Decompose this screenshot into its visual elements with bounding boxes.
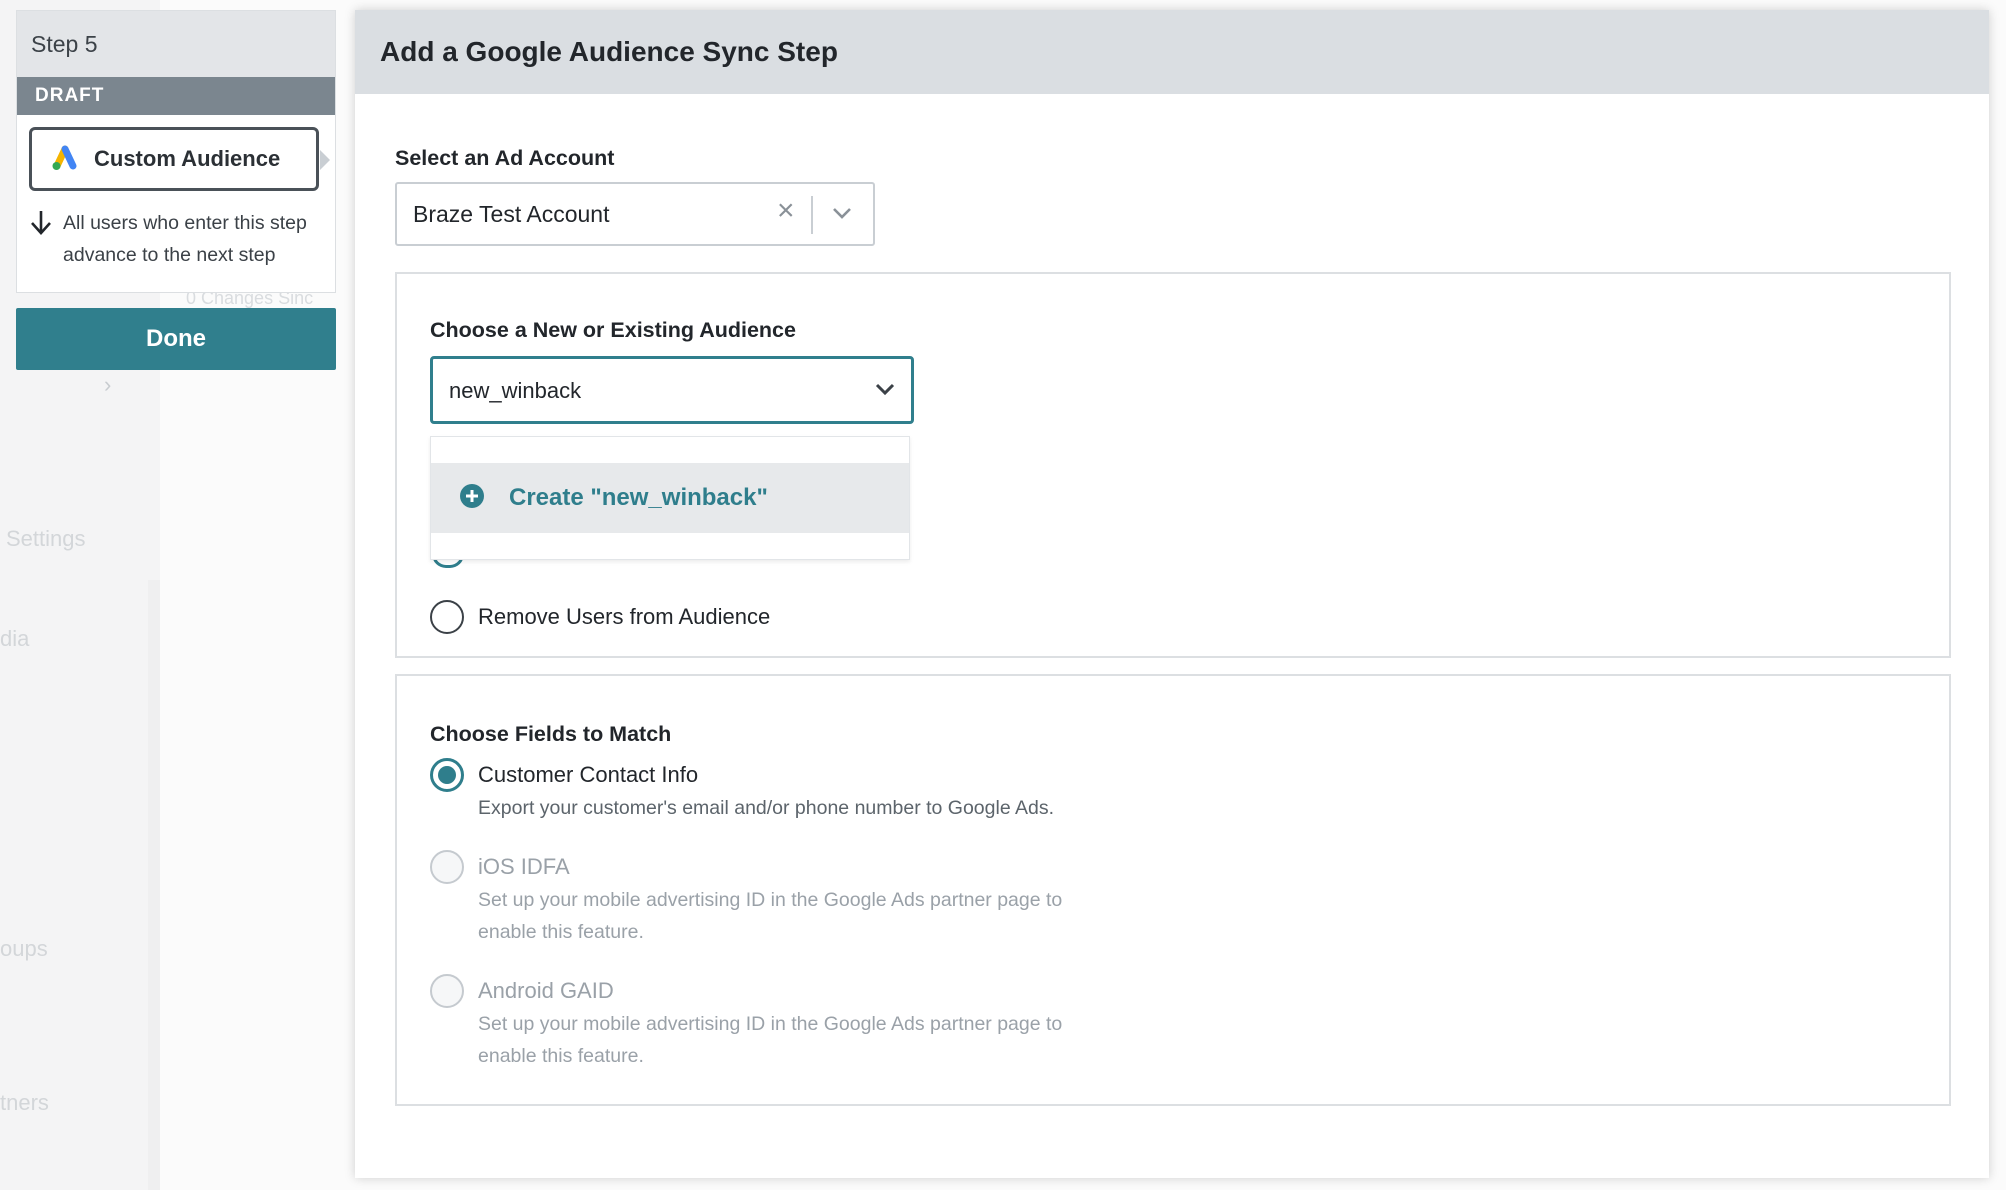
create-audience-label: Create "new_winback" [509,484,768,511]
connector-caret [320,150,330,170]
background-nav-text: tners [0,1090,49,1115]
audience-dropdown-menu: Create "new_winback" [430,436,910,560]
ios-idfa-text: iOS IDFA Set up your mobile advertising … [478,850,1118,948]
background-chevron-right-icon: › [104,372,112,397]
step-number: Step 5 [17,11,335,77]
ios-idfa-radio[interactable] [430,850,464,884]
ios-idfa-description: Set up your mobile advertising ID in the… [478,889,1063,943]
advance-info: All users who enter this step advance to… [29,207,329,271]
arrow-down-icon [29,207,53,242]
modal-title: Add a Google Audience Sync Step [355,10,1989,94]
remove-users-radio[interactable] [430,600,464,634]
status-badge: DRAFT [17,77,335,115]
custom-audience-label: Custom Audience [94,146,281,171]
fields-label: Choose Fields to Match [430,722,672,746]
remove-users-option[interactable]: Remove Users from Audience [430,600,770,634]
audience-label: Choose a New or Existing Audience [430,318,796,342]
ios-idfa-label: iOS IDFA [478,854,570,879]
android-gaid-label: Android GAID [478,978,614,1003]
select-separator [811,196,813,234]
clear-icon[interactable]: × [777,196,795,226]
audience-input-value[interactable]: new_winback [449,378,581,404]
ad-account-label: Select an Ad Account [395,146,615,170]
customer-contact-label: Customer Contact Info [478,762,699,787]
google-audience-sync-modal: Add a Google Audience Sync Step Select a… [355,10,1989,1178]
step-card: Step 5 DRAFT Custom Audience All users w… [16,10,336,293]
customer-contact-description: Export your customer's email and/or phon… [478,797,1055,819]
customer-contact-radio[interactable] [430,758,464,792]
ad-account-value: Braze Test Account [413,201,610,227]
custom-audience-chip[interactable]: Custom Audience [29,127,330,191]
create-audience-option[interactable]: Create "new_winback" [431,463,909,533]
remove-users-label: Remove Users from Audience [478,604,771,629]
customer-contact-text: Customer Contact Info Export your custom… [478,758,1118,824]
advance-text: All users who enter this step advance to… [63,212,307,266]
background-divider [148,580,160,1190]
android-gaid-text: Android GAID Set up your mobile advertis… [478,974,1118,1072]
ad-account-select[interactable]: Braze Test Account × [395,182,875,246]
chevron-down-icon[interactable] [875,383,895,401]
background-nav-text: Settings [6,526,86,551]
customer-contact-option[interactable]: Customer Contact Info Export your custom… [430,758,1118,824]
chevron-down-icon[interactable] [831,206,853,225]
android-gaid-radio[interactable] [430,974,464,1008]
fields-section: Choose Fields to Match Customer Contact … [395,674,1951,1106]
ios-idfa-option[interactable]: iOS IDFA Set up your mobile advertising … [430,850,1118,948]
audience-select[interactable]: new_winback [430,356,914,424]
done-button[interactable]: Done [16,308,336,370]
plus-circle-icon [459,483,485,514]
background-nav-text: oups [0,936,48,961]
google-ads-logo-icon [50,143,80,176]
background-nav-text: dia [0,626,30,651]
audience-section: Choose a New or Existing Audience new_wi… [395,272,1951,658]
android-gaid-description: Set up your mobile advertising ID in the… [478,1013,1063,1067]
android-gaid-option[interactable]: Android GAID Set up your mobile advertis… [430,974,1118,1072]
